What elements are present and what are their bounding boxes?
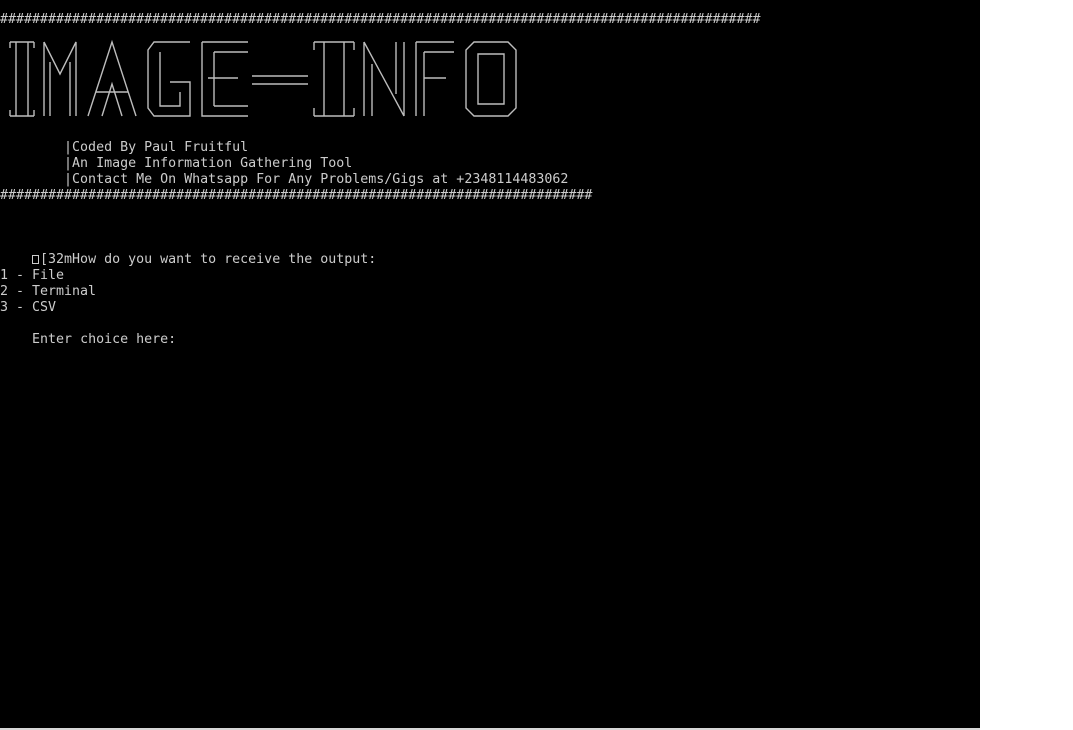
choice-input-line[interactable]: Enter choice here: [0,316,176,364]
info-line-description: |An Image Information Gathering Tool [0,156,353,171]
info-line-contact: |Contact Me On Whatsapp For Any Problems… [0,172,569,187]
info-line-author: |Coded By Paul Fruitful [0,140,249,155]
hash-rule-bottom: ########################################… [0,188,593,203]
option-file: 1 - File [0,268,65,283]
prompt-question-text: [32mHow do you want to receive the outpu… [40,252,377,267]
option-csv: 3 - CSV [0,300,57,315]
replacement-box-icon [32,255,40,264]
console-window: ########################################… [0,0,980,728]
ascii-banner-logo [8,34,528,128]
ascii-banner-image [9,39,517,117]
hash-rule-top: ########################################… [0,12,761,27]
option-terminal: 2 - Terminal [0,284,97,299]
choice-prompt-label: Enter choice here: [32,332,177,347]
